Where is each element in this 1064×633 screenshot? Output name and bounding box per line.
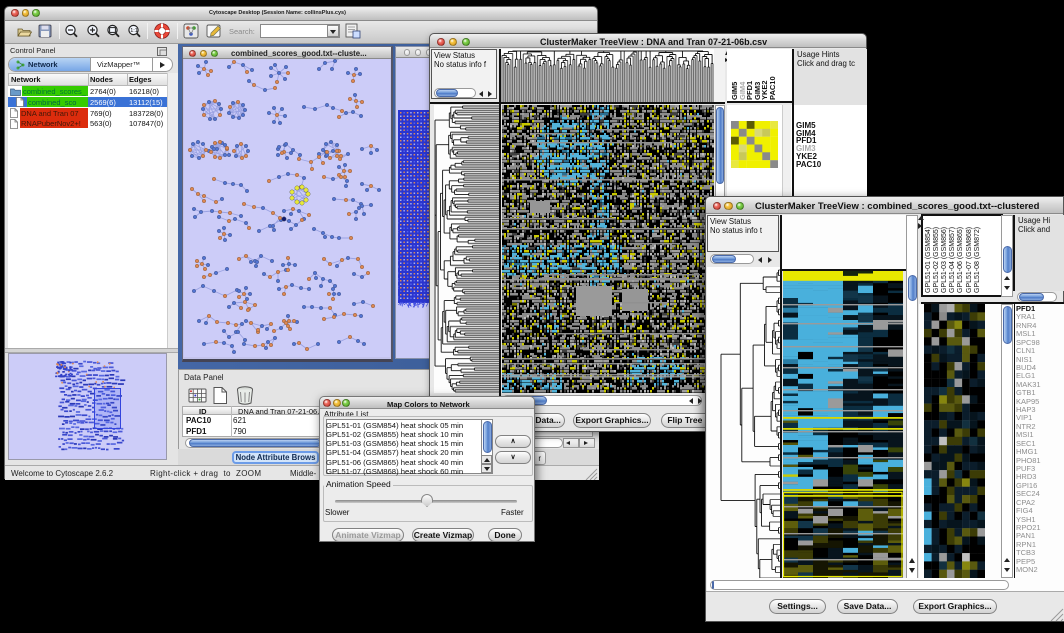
svg-text:1:1: 1:1: [130, 28, 138, 34]
